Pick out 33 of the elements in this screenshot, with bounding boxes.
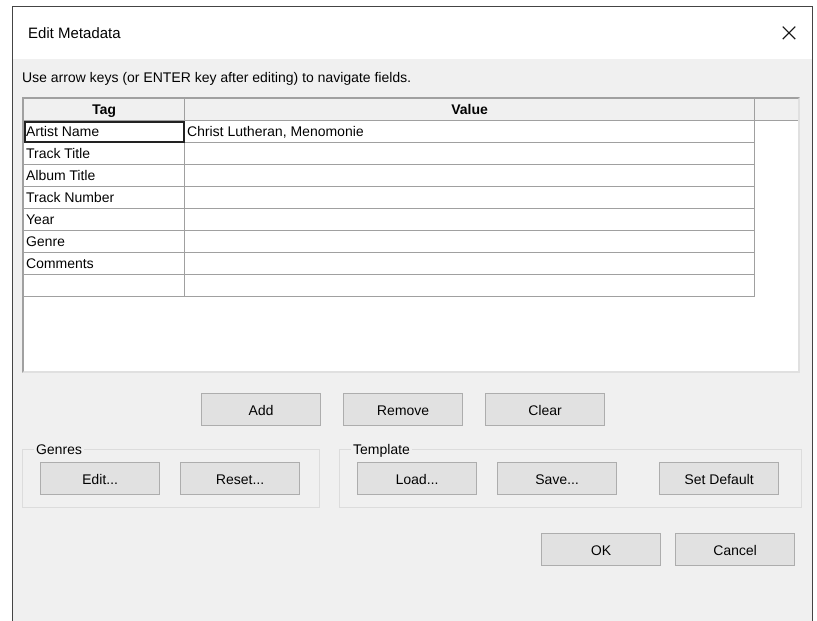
tag-cell[interactable]: Year xyxy=(24,209,185,231)
tag-cell[interactable]: Track Number xyxy=(24,187,185,209)
dialog-button[interactable]: OK xyxy=(541,533,661,566)
group-title: Template xyxy=(352,441,411,457)
column-header: Value xyxy=(185,99,755,121)
tag-cell[interactable]: Genre xyxy=(24,231,185,253)
value-cell[interactable] xyxy=(185,253,755,275)
action-button[interactable]: Clear xyxy=(485,393,605,426)
instruction-text: Use arrow keys (or ENTER key after editing) to navigate fields. xyxy=(22,68,412,87)
action-button[interactable]: Edit... xyxy=(40,462,160,495)
tag-cell[interactable]: Track Title xyxy=(24,143,185,165)
dialog-button[interactable]: Cancel xyxy=(675,533,795,566)
value-cell[interactable] xyxy=(185,231,755,253)
tag-cell[interactable]: Comments xyxy=(24,253,185,275)
tag-cell[interactable]: Album Title xyxy=(24,165,185,187)
value-cell[interactable]: Christ Lutheran, Menomonie xyxy=(185,121,755,143)
value-cell[interactable] xyxy=(185,143,755,165)
tag-cell[interactable] xyxy=(24,275,185,297)
action-button[interactable]: Set Default xyxy=(659,462,779,495)
value-cell[interactable] xyxy=(185,165,755,187)
action-button[interactable]: Remove xyxy=(343,393,463,426)
action-button[interactable]: Reset... xyxy=(180,462,300,495)
action-button[interactable]: Load... xyxy=(357,462,477,495)
tag-cell[interactable]: Artist Name xyxy=(24,121,185,143)
close-button[interactable]: × xyxy=(766,13,812,53)
group-title: Genres xyxy=(35,441,83,457)
action-button[interactable]: Add xyxy=(201,393,321,426)
value-cell[interactable] xyxy=(185,275,755,297)
window-title: Edit Metadata xyxy=(28,24,121,42)
value-cell[interactable] xyxy=(185,209,755,231)
column-header: Tag xyxy=(24,99,185,121)
action-button[interactable]: Save... xyxy=(497,462,617,495)
value-cell[interactable] xyxy=(185,187,755,209)
